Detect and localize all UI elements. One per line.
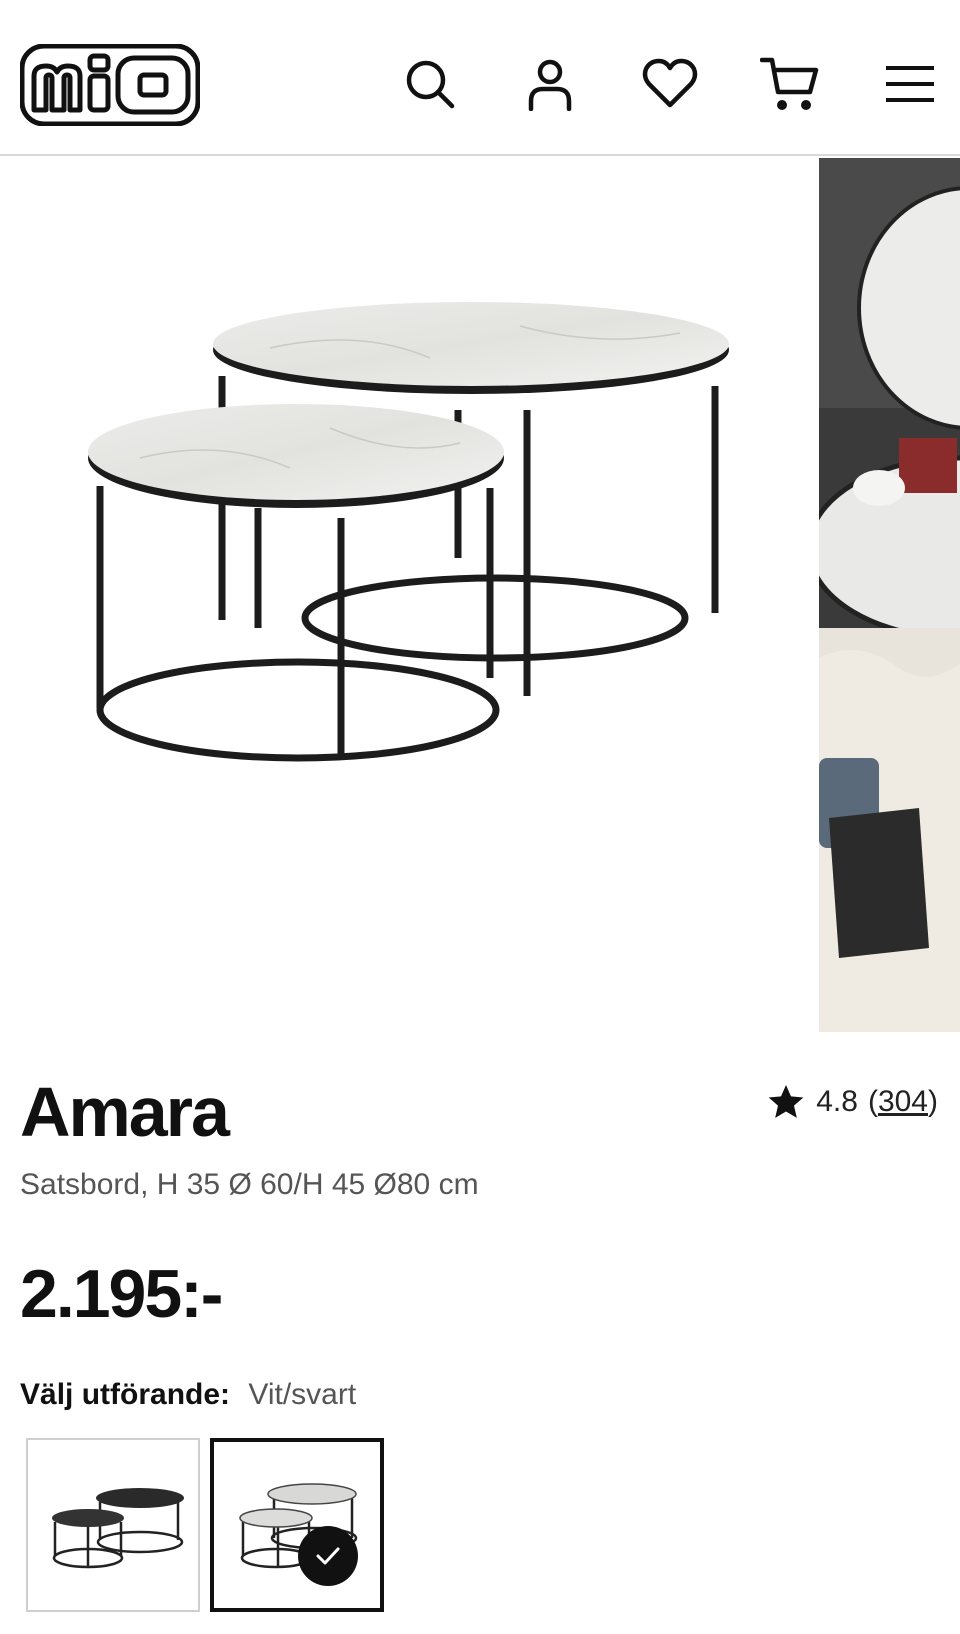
cart-icon[interactable] <box>760 52 820 116</box>
rating-count-link[interactable]: 304 <box>878 1085 928 1118</box>
variant-selector-label: Välj utförande: Vit/svart <box>20 1378 356 1412</box>
heart-icon[interactable] <box>640 52 700 116</box>
variant-thumbnail-black <box>52 1488 184 1569</box>
star-icon <box>768 1085 804 1118</box>
mio-logo[interactable] <box>19 43 201 127</box>
search-icon[interactable] <box>400 52 460 116</box>
menu-icon[interactable] <box>880 52 940 116</box>
product-image-carousel[interactable] <box>0 158 960 1032</box>
variant-selected-value: Vit/svart <box>248 1378 357 1411</box>
variant-swatch-white[interactable] <box>210 1438 384 1612</box>
site-header <box>0 0 960 156</box>
variant-swatch-black[interactable] <box>26 1438 200 1612</box>
product-title: Amara <box>20 1073 230 1151</box>
selected-check-icon <box>298 1526 358 1586</box>
rating-score: 4.8 <box>816 1085 858 1118</box>
product-description: Satsbord, H 35 Ø 60/H 45 Ø80 cm <box>20 1168 479 1201</box>
rating-open-paren: ( <box>867 1085 878 1118</box>
variant-label: Välj utförande: <box>20 1378 231 1411</box>
account-icon[interactable] <box>520 52 580 116</box>
rating-close-paren: ) <box>928 1085 938 1118</box>
product-image-main[interactable] <box>0 158 818 1032</box>
product-image-next[interactable] <box>819 158 960 1032</box>
product-price: 2.195:- <box>20 1256 223 1332</box>
variant-thumbnail-white <box>239 1483 358 1569</box>
rating-count[interactable]: (304) <box>868 1085 938 1119</box>
product-rating[interactable]: 4.8 (304) <box>766 1082 938 1122</box>
